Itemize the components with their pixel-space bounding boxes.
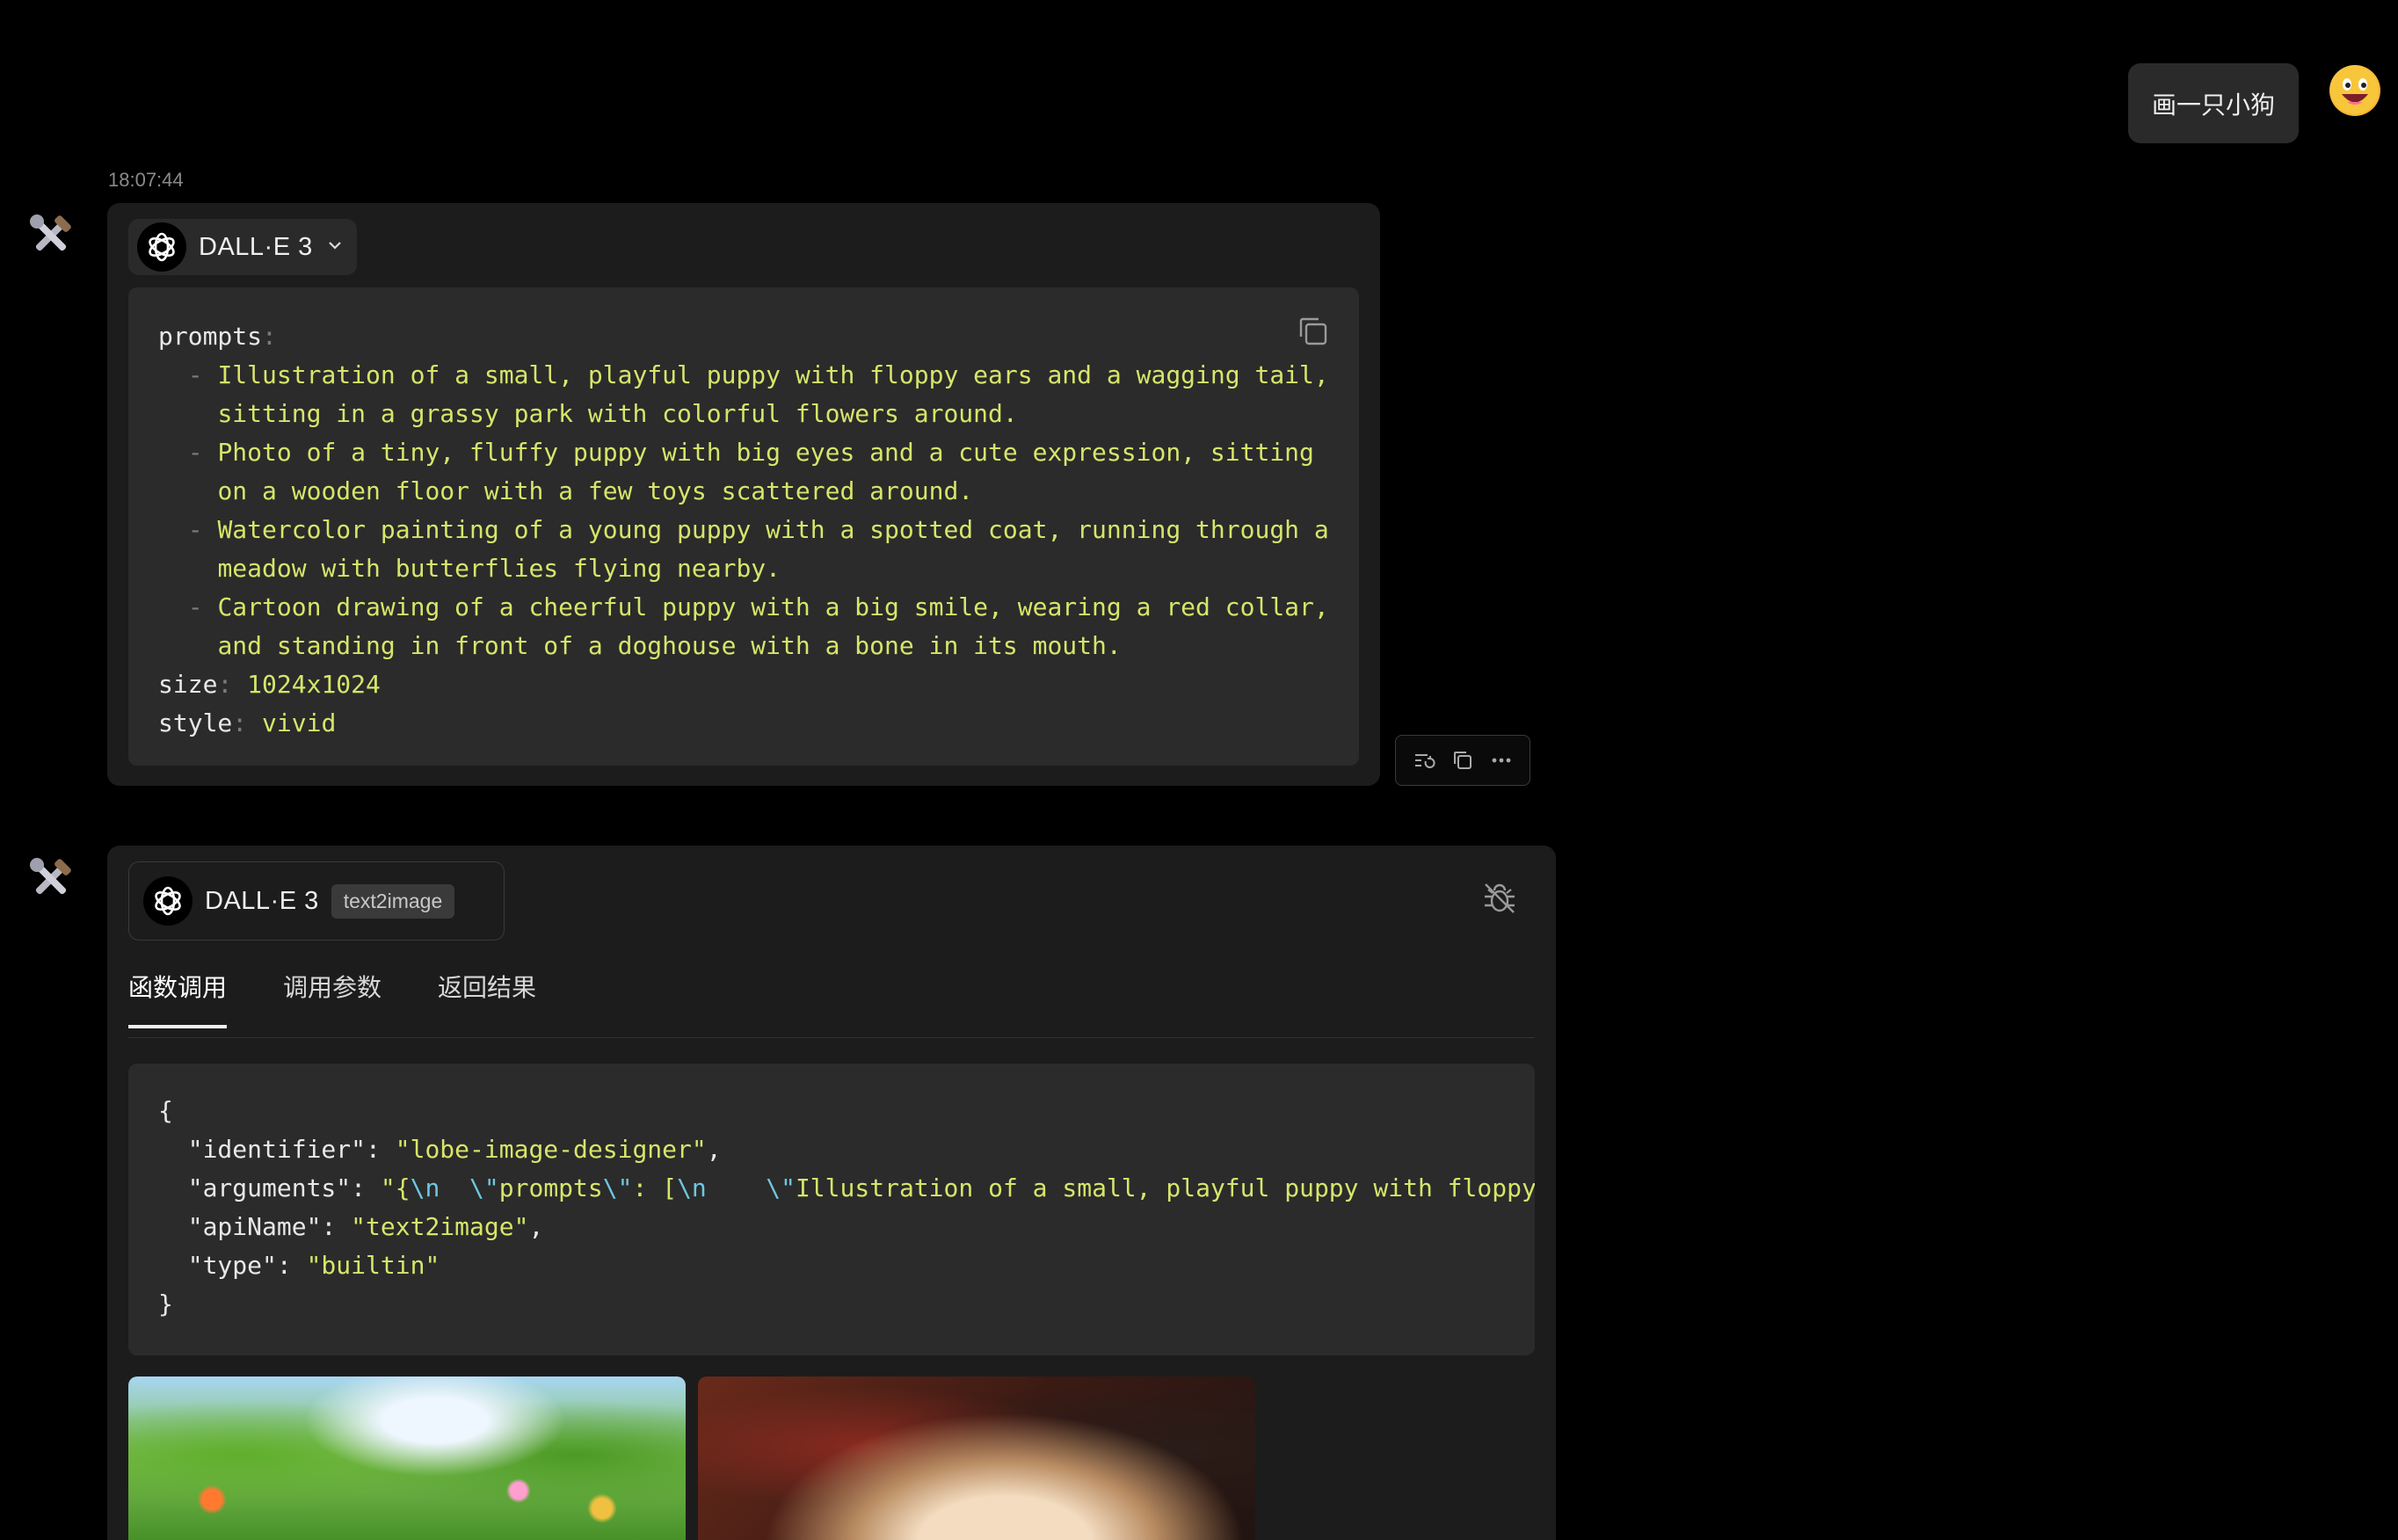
openai-logo-icon xyxy=(137,222,186,272)
user-message-bubble: 画一只小狗 xyxy=(2128,63,2299,143)
tool-avatar-icon xyxy=(25,209,77,262)
regenerate-icon[interactable] xyxy=(1411,747,1437,774)
code-line: "apiName": "text2image", xyxy=(158,1212,544,1241)
api-tag: text2image xyxy=(331,883,455,919)
generated-image-1[interactable] xyxy=(128,1377,686,1540)
plugin-name: DALL·E 3 xyxy=(205,886,319,915)
copy-icon[interactable] xyxy=(1296,314,1331,349)
openai-logo-icon xyxy=(143,876,193,926)
user-emoji-avatar[interactable] xyxy=(2329,65,2380,116)
plugin-selector[interactable]: DALL·E 3 xyxy=(128,219,357,275)
message-timestamp: 18:07:44 xyxy=(108,169,184,191)
code-line: prompts: xyxy=(158,322,277,351)
code-line: "type": "builtin" xyxy=(158,1251,440,1280)
message-action-bar xyxy=(1395,735,1530,786)
tool-tabs: 函数调用 调用参数 返回结果 xyxy=(128,969,1535,1038)
tab-return-result[interactable]: 返回结果 xyxy=(438,969,536,1025)
code-line: style: vivid xyxy=(158,708,337,737)
more-icon[interactable] xyxy=(1488,747,1515,774)
function-call-code-block: { "identifier": "lobe-image-designer", "… xyxy=(128,1064,1535,1355)
code-line: { xyxy=(158,1096,173,1125)
code-line: - Cartoon drawing of a cheerful puppy wi… xyxy=(158,592,1329,621)
code-line: } xyxy=(158,1289,173,1318)
tab-call-params[interactable]: 调用参数 xyxy=(283,969,382,1025)
code-line: "identifier": "lobe-image-designer", xyxy=(158,1135,722,1164)
code-line: - Illustration of a small, playful puppy… xyxy=(158,360,1329,389)
code-line: "arguments": "{\n \"prompts\": [\n \"Ill… xyxy=(158,1173,1535,1202)
code-line: - Photo of a tiny, fluffy puppy with big… xyxy=(158,438,1314,467)
generated-image-2[interactable] xyxy=(698,1377,1255,1540)
code-line: sitting in a grassy park with colorful f… xyxy=(217,399,1018,428)
plugin-arguments-code-block: prompts: - Illustration of a small, play… xyxy=(128,287,1359,766)
debug-off-icon[interactable] xyxy=(1480,879,1519,918)
plugin-name: DALL·E 3 xyxy=(199,232,313,261)
code-line: and standing in front of a doghouse with… xyxy=(217,631,1122,660)
tab-function-call[interactable]: 函数调用 xyxy=(128,969,228,1028)
code-line: - Watercolor painting of a young puppy w… xyxy=(158,515,1329,544)
plugin-info-chip[interactable]: DALL·E 3 text2image xyxy=(128,861,505,941)
chevron-down-icon xyxy=(325,236,345,259)
code-line: on a wooden floor with a few toys scatte… xyxy=(217,476,974,505)
code-line: size: 1024x1024 xyxy=(158,670,381,699)
user-message-text: 画一只小狗 xyxy=(2151,91,2275,119)
assistant-plugin-call-card: DALL·E 3 prompts: - Illustration of a sm… xyxy=(107,203,1380,786)
tool-result-card: DALL·E 3 text2image 函数调用 调用参数 返回结果 { "id… xyxy=(107,846,1556,1540)
code-line: meadow with butterflies flying nearby. xyxy=(217,554,781,583)
tool-avatar-icon xyxy=(25,853,77,905)
copy-icon[interactable] xyxy=(1450,747,1476,774)
